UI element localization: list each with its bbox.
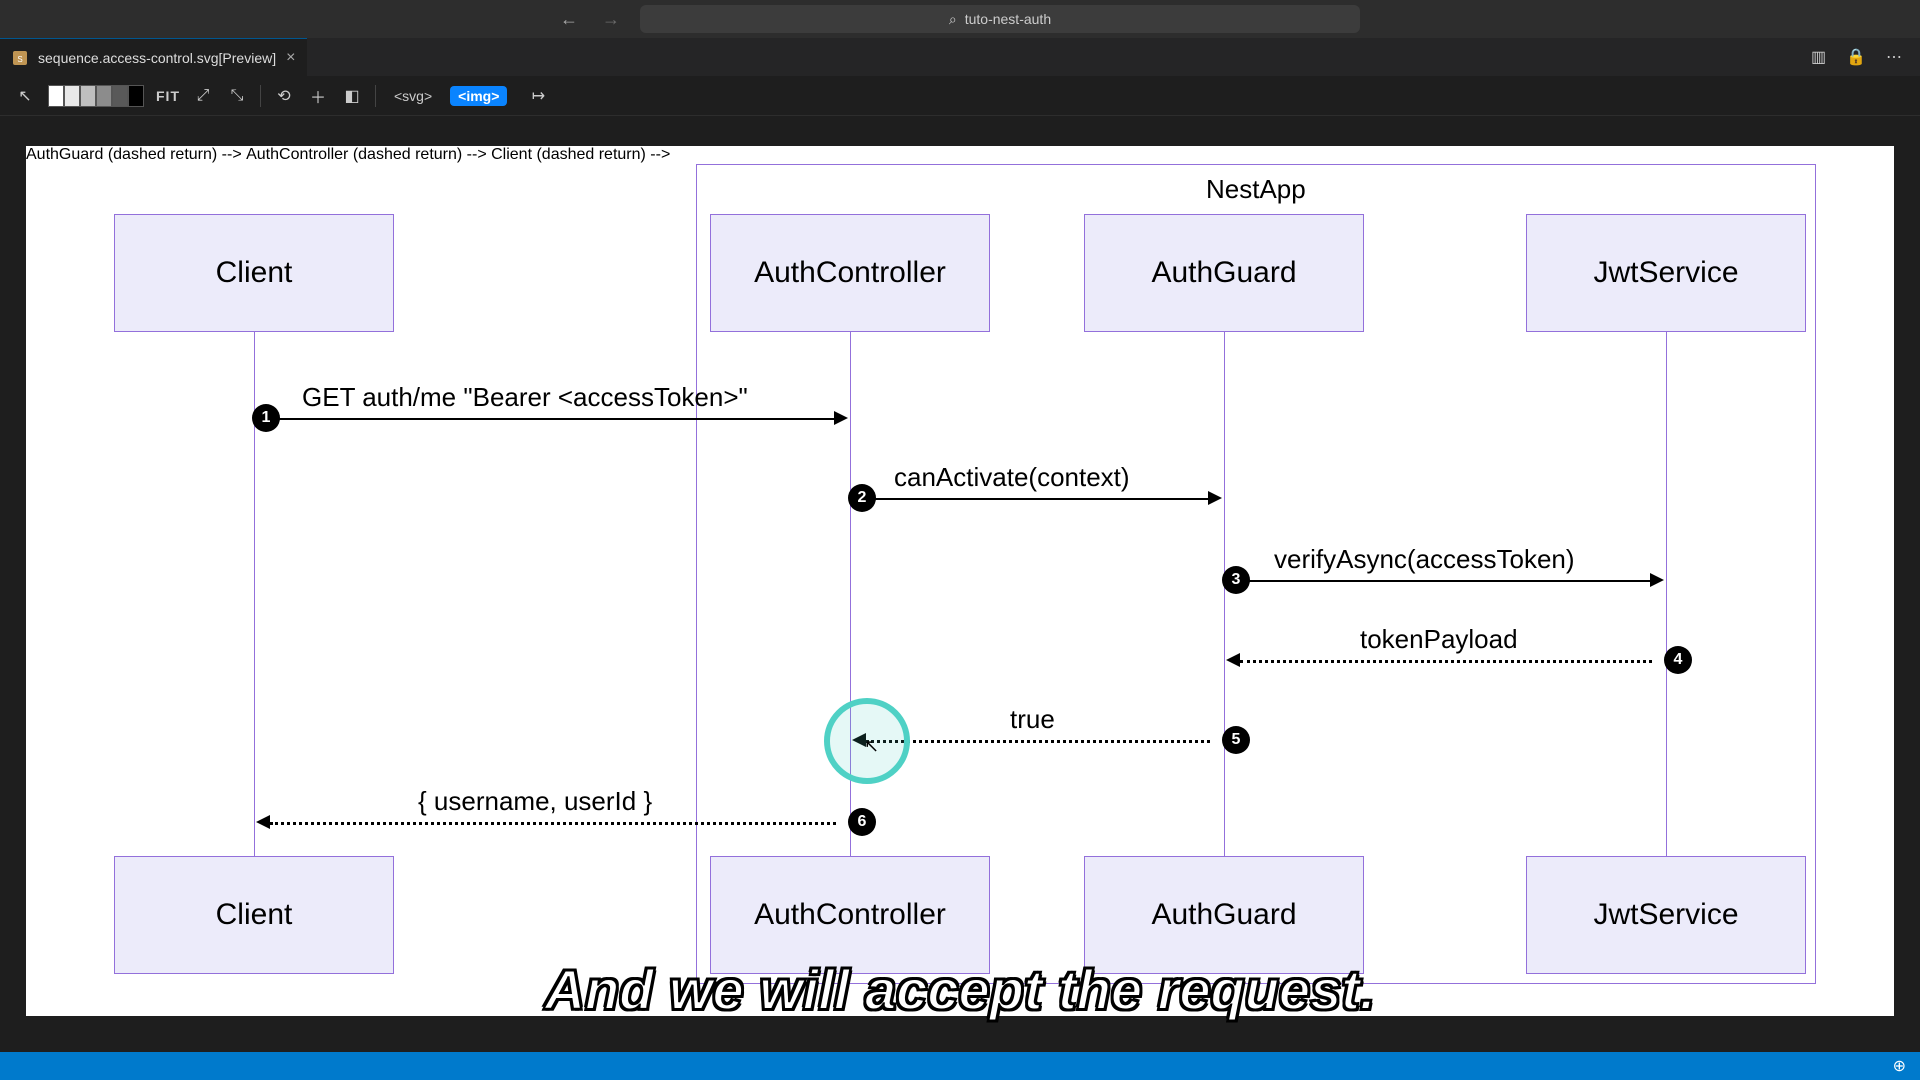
msg3-label: verifyAsync(accessToken) — [1274, 544, 1575, 575]
msg6-arrowhead — [256, 815, 270, 829]
nav-forward-icon[interactable]: → — [602, 9, 620, 30]
preview-toolbar: ↖ FIT ⤢ ⤡ ⟲ ＋ ◧ <svg> <img> ↦ — [0, 76, 1920, 116]
msg1-step: 1 — [252, 404, 280, 432]
msg6-arrow — [270, 822, 836, 825]
tab-row-actions: ▥ 🔒 ⋯ — [1811, 47, 1920, 67]
cursor-tool-icon[interactable]: ↖ — [14, 86, 36, 106]
search-value: tuto-nest-auth — [965, 11, 1051, 27]
close-tab-icon[interactable]: × — [286, 49, 295, 67]
app-root: ← → ⌕ tuto-nest-auth S sequence.access-c… — [0, 0, 1920, 1080]
msg2-arrow — [866, 498, 1210, 500]
msg1-arrow — [270, 418, 836, 420]
nav-back-icon[interactable]: ← — [560, 9, 578, 30]
statusbar: ⊕ — [0, 1052, 1920, 1080]
more-icon[interactable]: ⋯ — [1886, 47, 1902, 67]
tab-row: S sequence.access-control.svg[Preview] ×… — [0, 38, 1920, 76]
msg2-label: canActivate(context) — [894, 462, 1130, 493]
msg6-label: { username, userId } — [418, 786, 652, 817]
svg-file-icon: S — [12, 50, 28, 66]
add-icon[interactable]: ＋ — [307, 84, 329, 108]
refresh-icon[interactable]: ⟲ — [273, 86, 295, 106]
titlebar: ← → ⌕ tuto-nest-auth — [0, 0, 1920, 38]
participant-authguard-top: AuthGuard — [1084, 214, 1364, 332]
tab-title: sequence.access-control.svg[Preview] — [38, 50, 276, 66]
canvas-wrap: NestApp Client AuthController AuthGuard … — [0, 116, 1920, 1046]
zoom-in-icon[interactable]: ⤢ — [192, 87, 214, 105]
zoom-out-icon[interactable]: ⤡ — [226, 87, 248, 105]
separator — [260, 85, 261, 107]
split-editor-icon[interactable]: ▥ — [1811, 47, 1826, 67]
separator — [375, 85, 376, 107]
msg1-arrowhead — [834, 411, 848, 425]
msg6-step: 6 — [848, 808, 876, 836]
panel-icon[interactable]: ◧ — [341, 86, 363, 106]
msg2-arrowhead — [1208, 491, 1222, 505]
lifeline-jwtservice — [1666, 332, 1667, 856]
msg5-step: 5 — [1222, 726, 1250, 754]
diagram-canvas: NestApp Client AuthController AuthGuard … — [26, 146, 1894, 1016]
export-icon[interactable]: ↦ — [527, 86, 549, 106]
msg5-arrow — [866, 740, 1210, 743]
msg2-step: 2 — [848, 484, 876, 512]
msg4-step: 4 — [1664, 646, 1692, 674]
bg-swatches[interactable] — [48, 85, 144, 107]
video-subtitle: And we will accept the request. — [545, 957, 1376, 1022]
search-icon: ⌕ — [949, 11, 957, 28]
msg5-label: true — [1010, 704, 1055, 735]
msg4-label: tokenPayload — [1360, 624, 1518, 655]
participant-jwtservice-top: JwtService — [1526, 214, 1806, 332]
msg3-arrowhead — [1650, 573, 1664, 587]
msg4-arrow — [1240, 660, 1652, 663]
nestapp-label: NestApp — [1206, 174, 1306, 205]
msg3-arrow — [1240, 580, 1652, 582]
nav-arrows: ← → — [560, 9, 620, 30]
tab-active[interactable]: S sequence.access-control.svg[Preview] × — [0, 38, 307, 76]
img-mode-button[interactable]: <img> — [450, 86, 507, 106]
msg3-step: 3 — [1222, 566, 1250, 594]
msg1-label: GET auth/me "Bearer <accessToken>" — [302, 382, 748, 413]
lifeline-authguard — [1224, 332, 1225, 856]
participant-client-top: Client — [114, 214, 394, 332]
participant-jwtservice-bottom: JwtService — [1526, 856, 1806, 974]
mouse-cursor-icon: ↖ — [864, 736, 879, 757]
lock-icon[interactable]: 🔒 — [1846, 47, 1866, 67]
command-search[interactable]: ⌕ tuto-nest-auth — [640, 5, 1360, 33]
msg4-arrowhead — [1226, 653, 1240, 667]
zoom-icon[interactable]: ⊕ — [1893, 1056, 1906, 1076]
participant-authcontroller-top: AuthController — [710, 214, 990, 332]
participant-client-bottom: Client — [114, 856, 394, 974]
svg-mode-button[interactable]: <svg> — [388, 86, 438, 106]
svg-text:S: S — [17, 55, 22, 64]
fit-button[interactable]: FIT — [156, 88, 180, 104]
